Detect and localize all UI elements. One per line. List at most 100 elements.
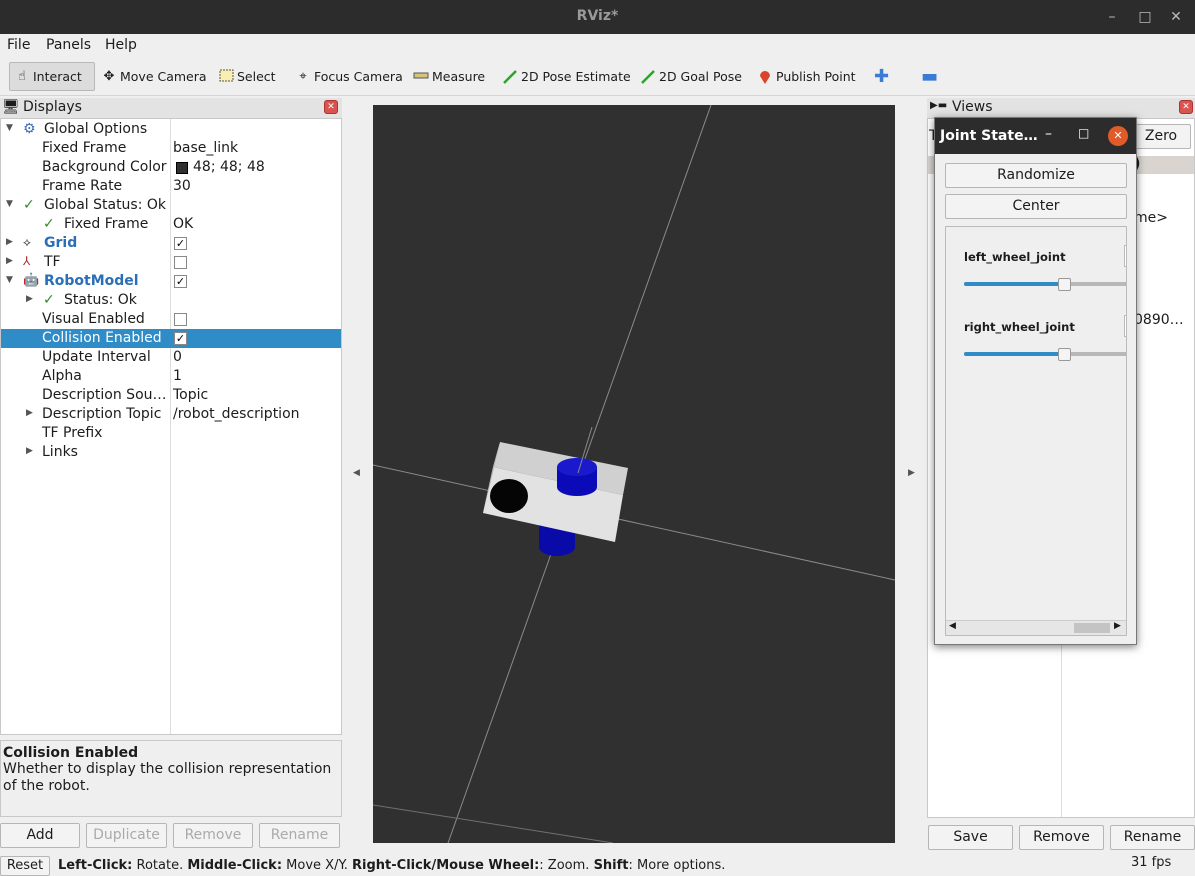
add-tool-button[interactable]: ✚ (870, 62, 893, 91)
menu-file[interactable]: File (7, 37, 30, 53)
interact-tool[interactable]: ☝ Interact (9, 62, 95, 91)
right-wheel-joint-value[interactable] (1124, 315, 1126, 337)
monitor-icon: 🖥 (2, 99, 20, 115)
maximize-icon[interactable]: □ (1078, 126, 1089, 140)
close-panel-icon[interactable]: ✕ (1179, 100, 1193, 114)
remove-display-button[interactable]: Remove (173, 823, 253, 848)
minimize-icon[interactable]: – (1045, 126, 1052, 142)
tree-row-tf-prefix[interactable]: TF Prefix (1, 424, 341, 443)
rename-display-button[interactable]: Rename (259, 823, 340, 848)
expand-arrow-icon[interactable]: ▼ (6, 199, 16, 209)
description-text: Whether to display the collision represe… (3, 761, 332, 794)
robot-model-checkbox[interactable]: ✓ (174, 275, 187, 288)
tree-row-description-topic[interactable]: ▶ Description Topic /robot_description (1, 405, 341, 424)
fixed-frame-value[interactable]: base_link (173, 140, 238, 156)
tree-row-fixed-frame[interactable]: Fixed Frame base_link (1, 139, 341, 158)
measure-tool[interactable]: Measure (409, 62, 489, 91)
tree-row-tf[interactable]: ▶ ⅄ TF (1, 253, 341, 272)
background-color-value[interactable]: 48; 48; 48 (193, 159, 265, 175)
randomize-button[interactable]: Randomize (945, 163, 1127, 188)
joint-state-titlebar: Joint State… – □ ✕ (935, 118, 1136, 154)
tree-row-fixed-frame-status[interactable]: ✓ Fixed Frame OK (1, 215, 341, 234)
collapse-arrow-icon[interactable]: ▶ (6, 237, 16, 247)
tree-row-links[interactable]: ▶ Links (1, 443, 341, 462)
zero-button[interactable]: Zero (1131, 124, 1191, 149)
expand-arrow-icon[interactable]: ▼ (6, 123, 16, 133)
add-display-button[interactable]: Add (0, 823, 80, 848)
joint-slider-area: left_wheel_joint right_wheel_joint ◀ ▶ (945, 226, 1127, 636)
description-title: Collision Enabled (3, 745, 139, 761)
tree-row-alpha[interactable]: Alpha 1 (1, 367, 341, 386)
tree-row-update-interval[interactable]: Update Interval 0 (1, 348, 341, 367)
focus-camera-tool[interactable]: ⌖ Focus Camera (291, 62, 407, 91)
tf-checkbox[interactable] (174, 256, 187, 269)
fixed-frame-label: Fixed Frame (42, 140, 127, 156)
update-interval-value[interactable]: 0 (173, 349, 182, 365)
tree-row-global-status[interactable]: ▼ ✓ Global Status: Ok (1, 196, 341, 215)
tree-row-collision-enabled[interactable]: Collision Enabled ✓ (1, 329, 341, 348)
update-interval-label: Update Interval (42, 349, 151, 365)
grid-label: Grid (44, 235, 78, 251)
scrollbar-thumb[interactable] (1074, 623, 1110, 633)
move-camera-tool[interactable]: ✥ Move Camera (97, 62, 211, 91)
publish-point-tool[interactable]: Publish Point (753, 62, 860, 91)
views-save-button[interactable]: Save (928, 825, 1013, 850)
maximize-button[interactable]: □ (1135, 7, 1155, 27)
grid-checkbox[interactable]: ✓ (174, 237, 187, 250)
collapse-left-icon[interactable]: ◀ (353, 468, 360, 478)
collapse-arrow-icon[interactable]: ▶ (26, 408, 36, 418)
tf-label: TF (44, 254, 61, 270)
pose-estimate-tool[interactable]: 2D Pose Estimate (498, 62, 635, 91)
tree-row-background-color[interactable]: Background Color 48; 48; 48 (1, 158, 341, 177)
fps-counter: 31 fps (1131, 855, 1172, 870)
visual-enabled-checkbox[interactable] (174, 313, 187, 326)
duplicate-display-button[interactable]: Duplicate (86, 823, 167, 848)
collapse-arrow-icon[interactable]: ▶ (26, 446, 36, 456)
reset-button[interactable]: Reset (0, 856, 50, 876)
select-tool[interactable]: Select (214, 62, 280, 91)
window-title: RViz* (576, 8, 619, 24)
menu-panels[interactable]: Panels (46, 37, 91, 53)
color-swatch[interactable] (176, 162, 188, 174)
fixed-frame-status-label: Fixed Frame (64, 216, 149, 232)
collision-enabled-checkbox[interactable]: ✓ (174, 332, 187, 345)
3d-viewport[interactable] (373, 105, 895, 843)
close-icon[interactable]: ✕ (1108, 126, 1128, 146)
expand-arrow-icon[interactable]: ▼ (6, 275, 16, 285)
global-status-label: Global Status: Ok (44, 197, 167, 213)
collapse-arrow-icon[interactable]: ▶ (6, 256, 16, 266)
displays-dock-title: 🖥 Displays ✕ (0, 98, 342, 118)
views-remove-button[interactable]: Remove (1019, 825, 1104, 850)
close-window-button[interactable]: ✕ (1166, 7, 1186, 27)
alpha-value[interactable]: 1 (173, 368, 182, 384)
left-wheel-joint-value[interactable] (1124, 245, 1126, 267)
left-wheel-joint-handle[interactable] (1058, 278, 1071, 291)
goal-pose-tool[interactable]: 2D Goal Pose (636, 62, 746, 91)
views-frame-value: me> (1134, 210, 1168, 226)
center-button[interactable]: Center (945, 194, 1127, 219)
description-source-value[interactable]: Topic (173, 387, 208, 403)
tree-row-global-options[interactable]: ▼ ⚙ Global Options (1, 120, 341, 139)
collapse-right-icon[interactable]: ▶ (908, 468, 915, 478)
right-wheel-joint-handle[interactable] (1058, 348, 1071, 361)
frame-rate-value[interactable]: 30 (173, 178, 191, 194)
tree-row-frame-rate[interactable]: Frame Rate 30 (1, 177, 341, 196)
remove-tool-button[interactable]: ▬ (917, 62, 942, 91)
tree-row-description-source[interactable]: Description Sou… Topic (1, 386, 341, 405)
scroll-left-icon[interactable]: ◀ (949, 621, 956, 631)
views-rename-button[interactable]: Rename (1110, 825, 1195, 850)
tree-row-robot-model[interactable]: ▼ 🤖 RobotModel ✓ (1, 272, 341, 291)
grid-icon: ⟡ (23, 235, 31, 249)
tree-row-grid[interactable]: ▶ ⟡ Grid ✓ (1, 234, 341, 253)
window-titlebar: RViz* – □ ✕ (0, 0, 1195, 34)
scroll-right-icon[interactable]: ▶ (1114, 621, 1121, 631)
close-panel-icon[interactable]: ✕ (324, 100, 338, 114)
tree-row-status-ok[interactable]: ▶ ✓ Status: Ok (1, 291, 341, 310)
move-camera-label: Move Camera (120, 69, 207, 84)
horizontal-scrollbar[interactable]: ◀ ▶ (946, 620, 1126, 635)
description-topic-value[interactable]: /robot_description (173, 406, 300, 422)
minimize-button[interactable]: – (1102, 7, 1122, 27)
menu-help[interactable]: Help (105, 37, 137, 53)
tree-row-visual-enabled[interactable]: Visual Enabled (1, 310, 341, 329)
collapse-arrow-icon[interactable]: ▶ (26, 294, 36, 304)
